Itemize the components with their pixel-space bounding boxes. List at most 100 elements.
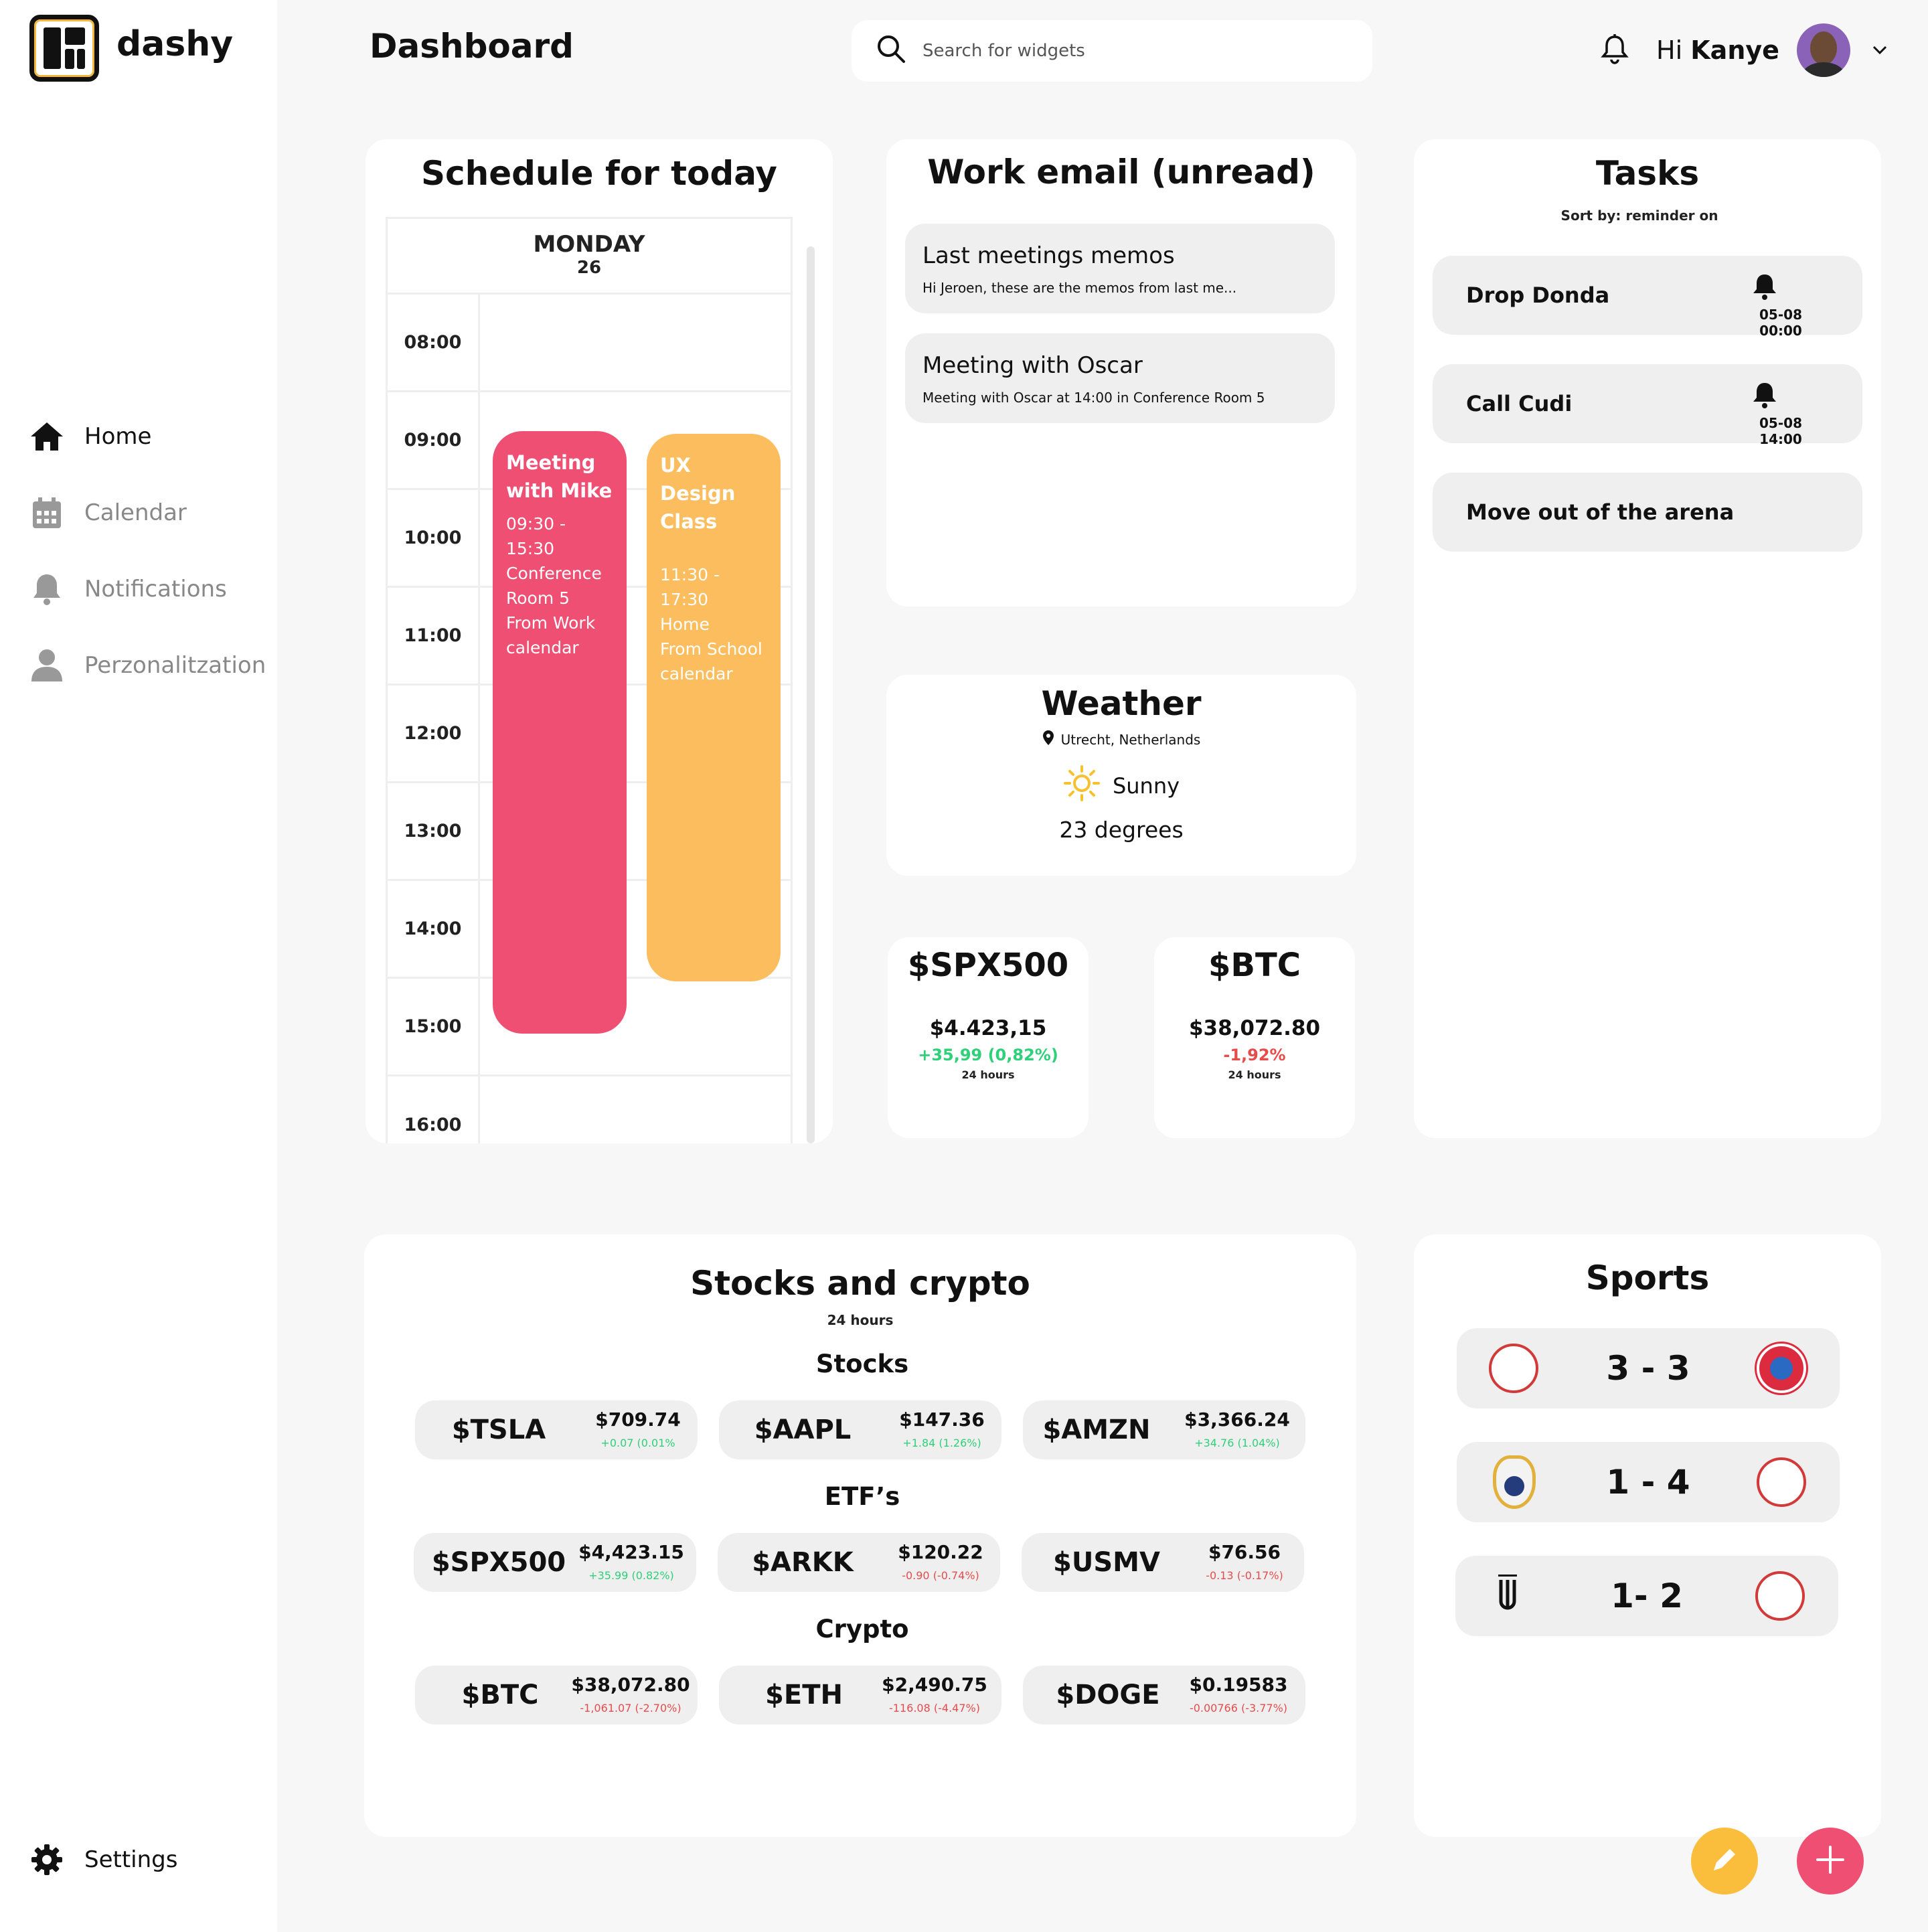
stock-change: +0.07 (0.01% — [600, 1437, 675, 1449]
weather-condition: Sunny — [886, 764, 1356, 807]
event-location: Home — [660, 615, 710, 634]
ticker-price: $38,072.80 — [1188, 1016, 1321, 1040]
weather-location: Utrecht, Netherlands — [886, 730, 1356, 749]
search-input[interactable]: Search for widgets — [852, 20, 1372, 82]
ajax-crest-icon — [1755, 1571, 1805, 1621]
time-label: 09:00 — [388, 392, 480, 488]
weather-card: Weather Utrecht, Netherlands Sunny 23 de… — [886, 675, 1356, 876]
tasks-sort-label[interactable]: Sort by: reminder on — [1398, 208, 1881, 224]
schedule-scrollbar[interactable] — [807, 246, 815, 1143]
email-item[interactable]: Meeting with Oscar Meeting with Oscar at… — [905, 333, 1335, 423]
avatar-image — [1797, 23, 1850, 77]
stock-symbol: $TSLA — [451, 1415, 546, 1445]
etf-spx500[interactable]: $SPX500 $4,423.15 +35.99 (0.82%) — [414, 1533, 696, 1592]
settings-label: Settings — [84, 1846, 178, 1873]
time-slot[interactable]: 16:00 — [386, 1076, 793, 1143]
time-label: 13:00 — [388, 783, 480, 879]
avatar[interactable] — [1797, 20, 1850, 80]
sidebar-item-label: Home — [84, 423, 152, 450]
location-pin-icon — [1042, 730, 1054, 749]
time-slot[interactable]: 08:00 — [386, 295, 793, 392]
sidebar-item-calendar[interactable]: Calendar — [29, 495, 187, 530]
sidebar-item-notifications[interactable]: Notifications — [29, 572, 227, 607]
stock-change: -0.90 (-0.74%) — [902, 1569, 979, 1582]
stock-change: -116.08 (-4.47%) — [889, 1702, 980, 1714]
sidebar-item-personalization[interactable]: Perzonalitzation — [29, 648, 266, 683]
stock-amzn[interactable]: $AMZN $3,366.24 +34.76 (1.04%) — [1023, 1400, 1305, 1459]
stock-change: +1.84 (1.26%) — [902, 1437, 981, 1449]
etf-arkk[interactable]: $ARKK $120.22 -0.90 (-0.74%) — [718, 1533, 1000, 1592]
home-icon — [29, 419, 64, 454]
task-label: Call Cudi — [1466, 391, 1573, 416]
email-title: Work email (unread) — [927, 153, 1315, 191]
task-item[interactable]: Drop Donda 05-08 00:00 — [1433, 256, 1862, 339]
edit-button[interactable] — [1691, 1828, 1758, 1895]
notification-bell-button[interactable] — [1600, 20, 1629, 80]
user-icon — [29, 648, 64, 683]
sports-card: Sports 3 - 3 1 - 4 1- 2 — [1414, 1234, 1881, 1837]
time-label: 14:00 — [388, 881, 480, 977]
section-title-stocks: Stocks — [815, 1350, 909, 1378]
app-name: dashy — [116, 24, 234, 64]
event-location: Conference Room 5 — [506, 564, 602, 608]
task-label: Move out of the arena — [1466, 499, 1735, 525]
stock-symbol: $AMZN — [1042, 1415, 1151, 1445]
tasks-title: Tasks — [1595, 154, 1700, 193]
day-name: MONDAY — [533, 231, 645, 258]
email-preview: Hi Jeroen, these are the memos from last… — [922, 280, 1237, 296]
ticker-period: 24 hours — [1228, 1068, 1281, 1081]
email-item[interactable]: Last meetings memos Hi Jeroen, these are… — [905, 224, 1335, 313]
task-reminder-time: 05-08 14:00 — [1759, 415, 1802, 447]
ticker-card-btc[interactable]: $BTC $38,072.80 -1,92% 24 hours — [1154, 937, 1355, 1138]
event-meeting-with-mike[interactable]: Meeting with Mike 09:30 - 15:30 Conferen… — [493, 431, 627, 1034]
match-row[interactable]: 3 - 3 — [1457, 1328, 1840, 1408]
sidebar-item-label: Notifications — [84, 576, 227, 602]
calendar-icon — [29, 495, 64, 530]
email-subject: Meeting with Oscar — [922, 352, 1143, 379]
ticker-card-spx500[interactable]: $SPX500 $4.423,15 +35,99 (0,82%) 24 hour… — [888, 937, 1089, 1138]
time-label: 12:00 — [388, 686, 480, 781]
reminder-bell-icon — [1750, 272, 1779, 301]
event-time: 11:30 - 17:30 — [660, 565, 720, 609]
greeting-text: Hi — [1656, 35, 1683, 65]
email-subject: Last meetings memos — [922, 242, 1175, 269]
add-widget-button[interactable] — [1797, 1828, 1864, 1895]
sidebar-item-label: Calendar — [84, 499, 187, 526]
match-row[interactable]: 1 - 4 — [1457, 1442, 1840, 1522]
stock-aapl[interactable]: $AAPL $147.36 +1.84 (1.26%) — [719, 1400, 1001, 1459]
crypto-doge[interactable]: $DOGE $0.19583 -0.00766 (-3.77%) — [1023, 1666, 1305, 1724]
stock-change: -0.00766 (-3.77%) — [1189, 1702, 1288, 1714]
stock-symbol: $SPX500 — [431, 1547, 566, 1578]
task-item[interactable]: Move out of the arena — [1433, 473, 1862, 552]
event-ux-design-class[interactable]: UX Design Class 11:30 - 17:30 Home From … — [647, 434, 781, 981]
ticker-price: $4.423,15 — [929, 1016, 1047, 1040]
match-row[interactable]: 1- 2 — [1455, 1556, 1838, 1636]
stock-symbol: $BTC — [461, 1680, 539, 1710]
condition-text: Sunny — [1112, 773, 1180, 799]
ticker-change: +35,99 (0,82%) — [918, 1046, 1058, 1064]
gear-icon — [29, 1842, 64, 1877]
bell-icon — [29, 572, 64, 607]
sidebar-item-home[interactable]: Home — [29, 419, 151, 454]
section-title-crypto: Crypto — [815, 1615, 909, 1643]
stock-price: $709.74 — [595, 1408, 681, 1431]
task-reminder-time: 05-08 00:00 — [1759, 307, 1802, 339]
stock-symbol: $USMV — [1053, 1547, 1160, 1578]
task-item[interactable]: Call Cudi 05-08 14:00 — [1433, 364, 1862, 447]
task-label: Drop Donda — [1466, 283, 1610, 308]
etf-usmv[interactable]: $USMV $76.56 -0.13 (-0.17%) — [1022, 1533, 1304, 1592]
crypto-btc[interactable]: $BTC $38,072.80 -1,061.07 (-2.70%) — [415, 1666, 698, 1724]
user-greeting: Hi Kanye — [1656, 20, 1779, 80]
stock-tsla[interactable]: $TSLA $709.74 +0.07 (0.01% — [415, 1400, 698, 1459]
sidebar-item-settings[interactable]: Settings — [29, 1842, 177, 1877]
location-text: Utrecht, Netherlands — [1060, 731, 1201, 748]
stocks-title: Stocks and crypto — [690, 1264, 1030, 1303]
calendar-day-header: MONDAY 26 — [386, 217, 793, 295]
crypto-eth[interactable]: $ETH $2,490.75 -116.08 (-4.47%) — [719, 1666, 1001, 1724]
sun-icon — [1063, 764, 1101, 807]
schedule-title: Schedule for today — [420, 154, 777, 193]
dashy-logo-icon[interactable] — [29, 15, 99, 82]
user-menu-chevron-down-icon[interactable] — [1872, 20, 1888, 80]
time-label: 16:00 — [388, 1076, 480, 1143]
reminder-bell-icon — [1750, 380, 1779, 410]
